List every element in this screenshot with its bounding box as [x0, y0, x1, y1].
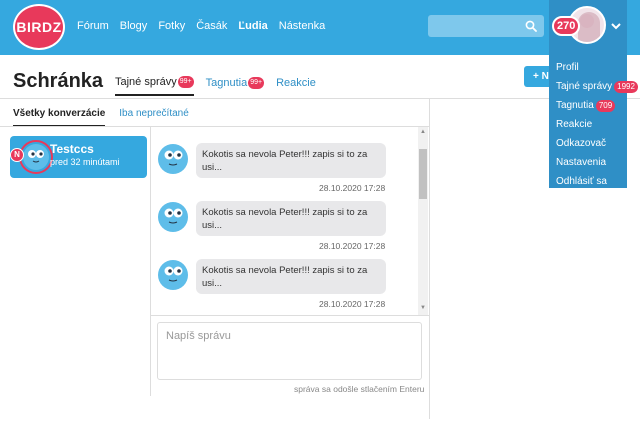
nav-forum[interactable]: Fórum: [77, 20, 109, 32]
tab-reakcie[interactable]: Reakcie: [276, 76, 316, 96]
menu-item-label: Profil: [556, 62, 579, 73]
message-scrollbar[interactable]: ▲ ▼: [418, 127, 428, 315]
nav-casak[interactable]: Časák: [196, 20, 227, 32]
message-bubble: Kokotis sa nevola Peter!!! zapis si to z…: [196, 201, 386, 236]
menu-item-label: Odhlásiť sa: [556, 176, 607, 187]
menu-item-label: Nastavenia: [556, 157, 607, 168]
menu-item-reakcie[interactable]: Reakcie: [549, 115, 627, 134]
menu-item-tagnutia[interactable]: Tagnutia 709: [549, 96, 627, 115]
page-title: Schránka: [13, 70, 104, 92]
message-bubble: Kokotis sa nevola Peter!!! zapis si to z…: [196, 143, 386, 178]
message: Kokotis sa nevola Peter!!! zapis si to z…: [151, 185, 421, 251]
menu-item-badge: 1992: [614, 80, 638, 93]
message: Kokotis sa nevola Peter!!! zapis si to z…: [151, 127, 421, 193]
message-thread[interactable]: Kokotis sa nevola Peter!!! zapis si to z…: [151, 127, 429, 315]
conversation-name: Testccs: [50, 142, 94, 156]
message-input[interactable]: [157, 322, 422, 380]
menu-item-tajne-spravy[interactable]: Tajné správy 1992: [549, 77, 638, 96]
main-nav: Fórum Blogy Fotky Časák Ľudia Nástenka: [77, 20, 325, 32]
search-input[interactable]: [428, 15, 544, 37]
conversation-filter-tabs: Všetky konverzácie Iba neprečítané: [13, 108, 189, 127]
tab-tajne-spravy[interactable]: Tajné správy 99+: [115, 76, 194, 96]
message-date: 28.10.2020 17:28: [319, 299, 386, 309]
menu-item-badge: 709: [595, 99, 616, 112]
message-bubble: Kokotis sa nevola Peter!!! zapis si to z…: [196, 259, 386, 294]
unread-marker: N: [10, 148, 24, 162]
menu-item-odhlasit[interactable]: Odhlásiť sa: [549, 172, 627, 191]
divider: [151, 315, 429, 316]
tab-label: Tagnutia: [205, 77, 248, 89]
avatar-face: [580, 14, 594, 28]
bird-avatar-icon: [158, 202, 188, 232]
menu-item-nastavenia[interactable]: Nastavenia: [549, 153, 627, 172]
menu-item-odkazovac[interactable]: Odkazovač: [549, 134, 627, 153]
menu-item-profil[interactable]: Profil: [549, 58, 627, 77]
nav-ludia[interactable]: Ľudia: [238, 20, 267, 32]
search-icon[interactable]: [525, 20, 537, 32]
tab-badge: 99+: [248, 77, 265, 89]
subtab-unread-only[interactable]: Iba neprečítané: [119, 108, 189, 127]
scroll-up-icon[interactable]: ▲: [420, 129, 426, 135]
menu-item-label: Tajné správy: [556, 81, 613, 92]
unread-ring: [19, 140, 53, 174]
nav-nastenka[interactable]: Nástenka: [279, 20, 325, 32]
menu-item-label: Tagnutia: [556, 100, 594, 111]
subtab-all-conversations[interactable]: Všetky konverzácie: [13, 108, 106, 127]
conversation-time: pred 32 minútami: [50, 157, 120, 167]
tab-label: Reakcie: [276, 77, 316, 89]
menu-item-label: Reakcie: [556, 119, 593, 130]
tab-label: Tajné správy: [115, 76, 177, 88]
message: Kokotis sa nevola Peter!!! zapis si to z…: [151, 243, 421, 309]
nav-blogy[interactable]: Blogy: [120, 20, 148, 32]
notification-count-badge[interactable]: 270: [552, 16, 581, 36]
divider: [429, 99, 430, 419]
send-hint: správa sa odošle stlačením Enteru: [294, 384, 425, 394]
bird-avatar-icon: [158, 144, 188, 174]
bird-avatar-icon: [158, 260, 188, 290]
divider: [0, 98, 640, 99]
nav-fotky[interactable]: Fotky: [158, 20, 185, 32]
scroll-down-icon[interactable]: ▼: [420, 305, 426, 311]
user-menu: Profil Tajné správy 1992 Tagnutia 709 Reak…: [549, 55, 638, 191]
tab-tagnutia[interactable]: Tagnutia 99+: [205, 76, 265, 96]
chevron-down-icon[interactable]: [611, 22, 621, 30]
site-logo[interactable]: BIRDZ: [13, 4, 65, 50]
menu-item-label: Odkazovač: [556, 138, 607, 149]
inbox-tabs: Tajné správy 99+ Tagnutia 99+ Reakcie: [115, 76, 316, 96]
tab-badge: 99+: [177, 76, 194, 88]
scrollbar-thumb[interactable]: [419, 149, 427, 199]
conversation-item[interactable]: N Testccs pred 32 minútami: [10, 136, 147, 178]
